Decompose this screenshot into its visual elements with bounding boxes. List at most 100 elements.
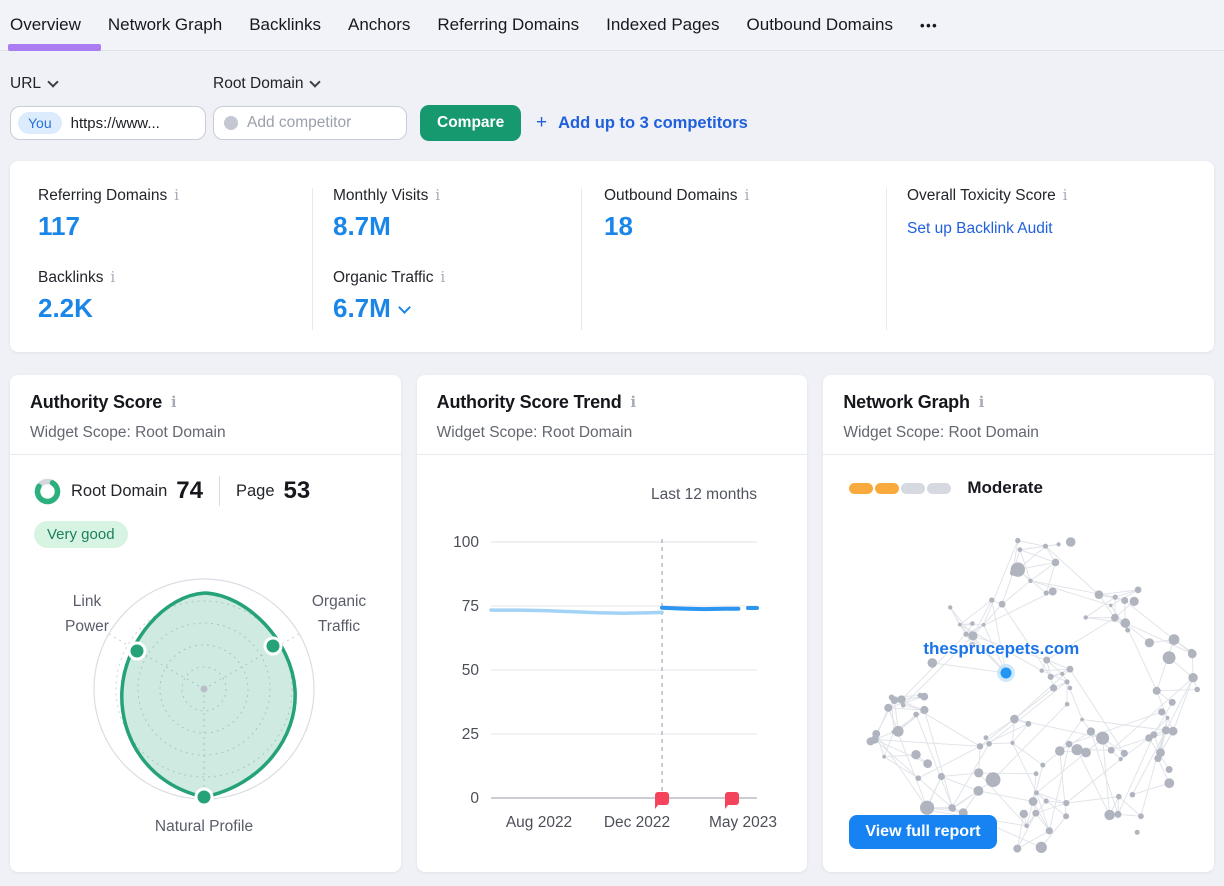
authority-trend-chart: Last 12 months 100 75 50 25 0 Aug 2022 D… — [417, 455, 808, 872]
x-tick: Aug 2022 — [505, 814, 571, 831]
trend-series — [491, 608, 757, 613]
range-label: Last 12 months — [651, 486, 757, 503]
url-scope-select[interactable]: URL — [10, 75, 57, 93]
metrics-column-4: Overall Toxicity Score i Set up Backlink … — [887, 161, 1214, 352]
card-header: Network Graph i Widget Scope: Root Domain — [823, 375, 1214, 455]
chevron-down-icon[interactable] — [398, 301, 411, 314]
y-tick: 75 — [461, 598, 478, 615]
backlink-analytics-page: Overview Network Graph Backlinks Anchors… — [0, 0, 1224, 886]
info-icon[interactable]: i — [979, 394, 984, 411]
add-competitors-label: Add up to 3 competitors — [558, 114, 748, 133]
metric-outbound-domains: Outbound Domains i 18 — [604, 187, 886, 242]
tab-anchors[interactable]: Anchors — [348, 15, 410, 35]
level-segment-filled — [849, 483, 873, 494]
add-competitor-field[interactable] — [213, 106, 407, 140]
axis-label-natural-profile: Natural Profile — [124, 815, 284, 840]
x-tick: May 2023 — [709, 814, 777, 831]
info-icon[interactable]: i — [745, 188, 750, 204]
note-flags[interactable] — [655, 792, 739, 809]
y-tick: 100 — [453, 534, 479, 551]
widget-scope: Widget Scope: Root Domain — [437, 424, 788, 442]
metrics-summary-card: Referring Domains i 117 Backlinks i 2.2K M… — [10, 161, 1214, 352]
metric-label: Outbound Domains — [604, 187, 738, 205]
level-segment-filled — [875, 483, 899, 494]
radar-svg — [10, 455, 400, 872]
info-icon[interactable]: i — [1063, 188, 1068, 204]
compare-button[interactable]: Compare — [420, 105, 521, 141]
tab-network-graph[interactable]: Network Graph — [108, 15, 222, 35]
authority-score-card: Authority Score i Widget Scope: Root Doma… — [10, 375, 401, 872]
widget-scope: Widget Scope: Root Domain — [30, 424, 381, 442]
metric-value[interactable]: 8.7M — [333, 211, 581, 242]
tab-outbound-domains[interactable]: Outbound Domains — [747, 15, 893, 35]
info-icon[interactable]: i — [110, 270, 115, 286]
card-header: Authority Score Trendi Widget Scope: Roo… — [417, 375, 808, 455]
axis-label-link-power: Link Power — [55, 590, 119, 640]
metric-backlinks: Backlinks i 2.2K — [38, 269, 312, 324]
info-icon[interactable]: i — [171, 394, 176, 411]
metric-referring-domains: Referring Domains i 117 — [38, 187, 312, 242]
y-tick: 0 — [470, 790, 479, 807]
tab-backlinks[interactable]: Backlinks — [249, 15, 321, 35]
tab-overview[interactable]: Overview — [10, 15, 81, 35]
setup-backlink-audit-link[interactable]: Set up Backlink Audit — [907, 220, 1214, 238]
metric-value[interactable]: 117 — [38, 211, 312, 242]
plus-icon: + — [536, 112, 547, 134]
metric-label: Backlinks — [38, 269, 103, 287]
your-domain-value: https://www... — [71, 115, 160, 132]
your-domain-input[interactable]: You https://www... — [10, 106, 206, 140]
y-tick: 50 — [461, 662, 479, 679]
chevron-down-icon — [47, 76, 58, 87]
authority-score-trend-card: Authority Score Trendi Widget Scope: Roo… — [417, 375, 808, 872]
x-tick: Dec 2022 — [603, 814, 669, 831]
central-domain-node — [1001, 668, 1012, 679]
radar-point-organic-traffic — [265, 638, 281, 654]
metric-toxicity: Overall Toxicity Score i Set up Backlink … — [907, 187, 1214, 238]
widget-scope: Widget Scope: Root Domain — [843, 424, 1194, 442]
competitor-dot-icon — [224, 116, 238, 130]
metric-value[interactable]: 18 — [604, 211, 886, 242]
widgets-row: Authority Score i Widget Scope: Root Doma… — [10, 375, 1214, 872]
report-tabbar: Overview Network Graph Backlinks Anchors… — [0, 0, 1224, 51]
metric-label: Referring Domains — [38, 187, 167, 205]
metric-label: Organic Traffic — [333, 269, 434, 287]
metric-label: Monthly Visits — [333, 187, 428, 205]
view-full-report-button[interactable]: View full report — [849, 815, 996, 849]
trend-svg: Last 12 months 100 75 50 25 0 Aug 2022 D… — [417, 455, 807, 872]
metrics-column-1: Referring Domains i 117 Backlinks i 2.2K — [10, 161, 312, 352]
tab-referring-domains[interactable]: Referring Domains — [437, 15, 579, 35]
tab-indexed-pages[interactable]: Indexed Pages — [606, 15, 719, 35]
radar-area — [122, 593, 295, 797]
add-competitor-input[interactable] — [247, 114, 397, 132]
add-competitors-link[interactable]: + Add up to 3 competitors — [536, 112, 748, 134]
info-icon[interactable]: i — [174, 188, 179, 204]
competitor-scope-select[interactable]: Root Domain — [213, 75, 319, 93]
card-header: Authority Score i Widget Scope: Root Doma… — [10, 375, 401, 455]
authority-radar-chart: Link Power Organic Traffic Natural Profi… — [10, 455, 401, 872]
y-tick: 25 — [461, 726, 478, 743]
metric-monthly-visits: Monthly Visits i 8.7M — [333, 187, 581, 242]
metric-value[interactable]: 2.2K — [38, 293, 312, 324]
info-icon[interactable]: i — [435, 188, 440, 204]
radar-point-natural-profile — [196, 789, 212, 805]
card-title: Authority Score — [30, 392, 162, 413]
toxicity-level-row: Moderate — [849, 478, 1214, 498]
metric-value[interactable]: 6.7M — [333, 293, 581, 324]
metric-label: Overall Toxicity Score — [907, 187, 1056, 205]
level-label: Moderate — [967, 478, 1043, 498]
info-icon[interactable]: i — [441, 270, 446, 286]
card-title: Network Graph — [843, 392, 969, 413]
level-segment-empty — [927, 483, 951, 494]
central-domain-label[interactable]: thesprucepets.com — [823, 639, 1179, 659]
more-tabs-icon[interactable]: ••• — [920, 18, 938, 33]
url-scope-label: URL — [10, 75, 41, 93]
metrics-column-3: Outbound Domains i 18 — [582, 161, 886, 352]
network-graph-card: Network Graph i Widget Scope: Root Domain… — [823, 375, 1214, 872]
info-icon[interactable]: i — [631, 394, 636, 411]
metrics-column-2: Monthly Visits i 8.7M Organic Traffic i 6.… — [313, 161, 581, 352]
competitor-scope-label: Root Domain — [213, 75, 303, 93]
you-badge: You — [18, 112, 62, 134]
axis-label-organic-traffic: Organic Traffic — [304, 590, 374, 640]
active-tab-indicator — [8, 44, 101, 51]
radar-point-link-power — [129, 643, 145, 659]
